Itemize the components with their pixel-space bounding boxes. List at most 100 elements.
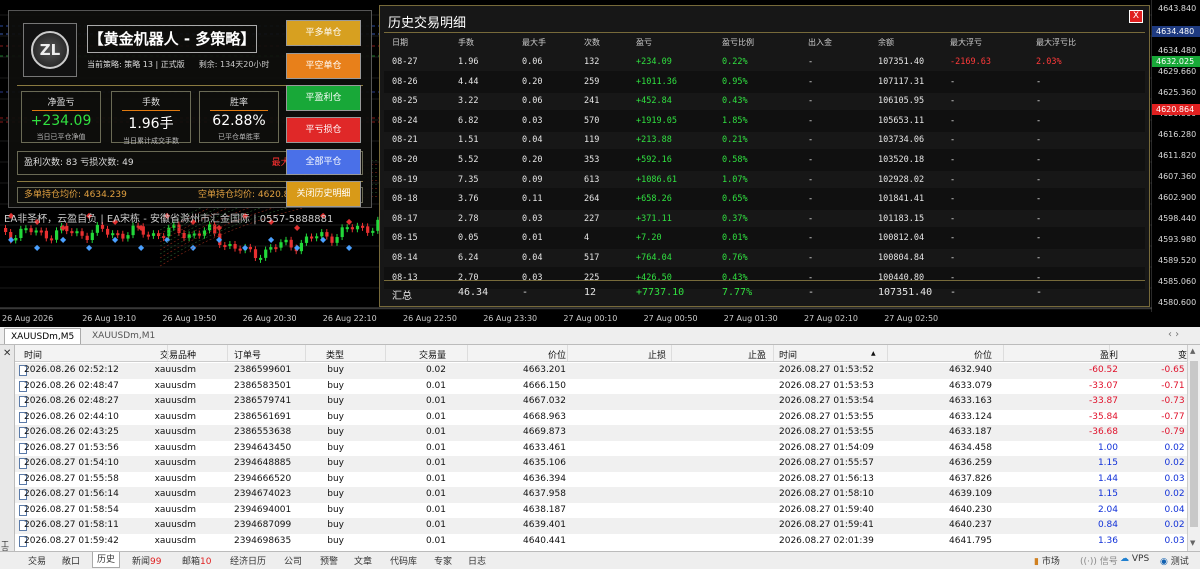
tab-exposure[interactable]: 敞口 [62,554,80,567]
table-row[interactable]: 2026.08.26 02:48:27 xauusdm 2386579741 buy 0… [15,394,1196,410]
tab-news-label: 新闻 [132,557,151,567]
price-tick-label: 4585.060 [1158,277,1197,286]
tab-trade[interactable]: 交易 [28,554,46,567]
history-row-cell: 353 [584,155,600,165]
scroll-down-icon[interactable]: ▼ [1190,539,1195,547]
column-header[interactable]: 时间 [24,348,42,361]
table-cell: 2026.08.27 01:55:57 [779,458,874,468]
scroll-up-icon[interactable]: ▲ [1190,347,1195,355]
vertical-scrollbar[interactable]: ▲ ▼ [1187,345,1200,551]
remaining-time: 剩余: 134天20小时 [198,60,270,69]
column-header[interactable]: 价位 [974,348,992,361]
table-row[interactable]: 2026.08.26 02:44:10 xauusdm 2386561691 buy 0… [15,410,1196,426]
column-header[interactable]: 订单号 [234,348,261,361]
table-row[interactable]: 2026.08.26 02:52:12 xauusdm 2386599601 buy 0… [15,363,1196,379]
column-header[interactable]: 时间 [779,348,797,361]
close-buy-button[interactable]: 平多单仓 [286,20,361,46]
history-panel: 历史交易明细 X 日期 手数 最大手 次数 盈亏 盈亏比例 出入金 余额 最大浮亏 最大浮亏比 08… [379,5,1150,307]
table-row[interactable]: 2026.08.27 01:56:14 xauusdm 2394674023 buy 0… [15,487,1196,503]
ea-title: 【黄金机器人 - 多策略】 [87,25,257,53]
market-button[interactable]: ▮ 市场 [1034,554,1060,567]
close-history-button[interactable]: 关闭历史明细 [286,181,361,207]
history-row-cell: 103520.18 [878,155,925,165]
column-header[interactable]: 价位 [548,348,566,361]
history-row-cell: 0.20 [522,155,543,165]
time-tick-label: 27 Aug 00:50 [643,314,698,323]
column-divider [567,345,568,361]
tabs-nav-arrows-icon[interactable]: ‹ › [1168,329,1179,340]
close-loss-button[interactable]: 平亏损仓 [286,117,361,143]
column-header[interactable]: 交易量 [419,348,446,361]
table-cell: 4666.150 [523,380,566,391]
tab-xauusdm-m5[interactable]: XAUUSDm,M5 [4,328,82,344]
table-row[interactable]: 2026.08.27 01:59:42 xauusdm 2394698635 buy 0… [15,534,1196,550]
table-row[interactable]: 2026.08.27 01:53:56 xauusdm 2394643450 buy 0… [15,441,1196,457]
history-total-row-cell: 汇总 [392,291,412,302]
table-row[interactable]: 2026.08.27 01:58:11 xauusdm 2394687099 buy 0… [15,518,1196,534]
table-cell: xauusdm [154,504,196,515]
price-chart[interactable]: ◆ ◆ ◆ ◆ ◆ ◆ ◆ ◆ ◆ ◆ ◆ ◆ ◆ ◆ ◆ ◆ ◆ ◆ ◆ ◆ ◆ ◆ ◆ ◆ ◆ ◆ ◆ ◆ 4643.840 463… [0,0,1200,327]
column-header[interactable]: 类型 [326,348,344,361]
column-header[interactable]: 交易品种 [160,348,196,361]
table-cell: xauusdm [154,473,196,484]
vps-button[interactable]: ☁ VPS [1120,554,1149,564]
table-cell: buy [327,365,344,375]
trade-arrow-icon: ◆ [294,243,301,252]
history-row-cell: 0.20 [522,76,543,87]
price-tick-label: 4634.480 [1158,46,1197,55]
trade-arrow-icon: ◆ [34,243,41,252]
table-row[interactable]: 2026.08.26 02:43:25 xauusdm 2386553638 buy 0… [15,425,1196,441]
close-icon[interactable]: X [1129,10,1143,23]
table-cell: 0.02 [425,365,446,375]
table-row[interactable]: 2026.08.27 01:55:58 xauusdm 2394666520 buy 0… [15,472,1196,488]
candle-body [274,247,278,250]
history-row-cell: - [950,253,956,263]
price-tag-bid: 4632.025 [1152,56,1200,67]
history-row-cell: +213.88 [636,135,672,146]
tab-experts[interactable]: 专家 [434,554,452,567]
table-cell: 4640.237 [949,520,992,530]
column-header[interactable]: 止损 [648,348,666,361]
tab-company[interactable]: 公司 [284,554,302,567]
vps-label: VPS [1131,554,1150,564]
history-row-cell: 3.76 [458,194,479,205]
tab-mailbox[interactable]: 邮箱10 [182,554,211,567]
price-tick-label: 4611.820 [1158,151,1197,160]
close-sell-button[interactable]: 平空单仓 [286,53,361,79]
table-cell: 2026.08.27 01:53:52 [779,365,874,375]
history-row-cell: 4 [584,233,590,244]
close-profit-button[interactable]: 平盈利仓 [286,85,361,111]
close-all-button[interactable]: 全部平仓 [286,149,361,175]
price-tick-label: 4589.520 [1158,256,1197,265]
history-row-cell: 0.58% [722,155,748,165]
tab-codebase[interactable]: 代码库 [390,554,417,567]
price-tick-label: 4629.660 [1158,67,1197,76]
table-cell: 2026.08.27 01:53:54 [779,396,874,406]
time-tick-label: 26 Aug 22:10 [322,314,377,323]
close-icon[interactable]: ✕ [3,348,11,359]
tab-xauusdm-m1[interactable]: XAUUSDm,M1 [86,328,161,344]
candle-body [131,225,135,236]
tab-news[interactable]: 新闻99 [132,554,161,567]
column-header[interactable]: 止盈 [748,348,766,361]
table-row[interactable]: 2026.08.26 02:48:47 xauusdm 2386583501 buy 0… [15,379,1196,395]
tester-label: 测试 [1170,557,1189,567]
price-tick-label: 4607.360 [1158,172,1197,181]
history-row-cell: 105653.11 [878,115,925,126]
signals-button[interactable]: ((·)) 信号 [1080,554,1118,567]
table-cell: xauusdm [154,458,196,468]
history-row-cell: 100804.84 [878,253,925,263]
tab-alerts[interactable]: 预警 [320,554,338,567]
scrollbar-thumb[interactable] [1190,361,1198,527]
tester-button[interactable]: ◉ 测试 [1160,554,1189,567]
table-row[interactable]: 2026.08.27 01:54:10 xauusdm 2394648885 buy 0… [15,456,1196,472]
history-row-cell: 264 [584,194,600,205]
tab-journal[interactable]: 日志 [468,554,486,567]
table-cell: 4633.461 [523,442,566,453]
tab-articles[interactable]: 文章 [354,554,372,567]
tab-history[interactable]: 历史 [92,552,121,568]
table-row[interactable]: 2026.08.27 01:58:54 xauusdm 2394694001 buy 0… [15,503,1196,519]
history-row-cell: 517 [584,253,600,263]
history-row-cell: +452.84 [636,96,672,107]
tab-calendar[interactable]: 经济日历 [230,554,266,567]
